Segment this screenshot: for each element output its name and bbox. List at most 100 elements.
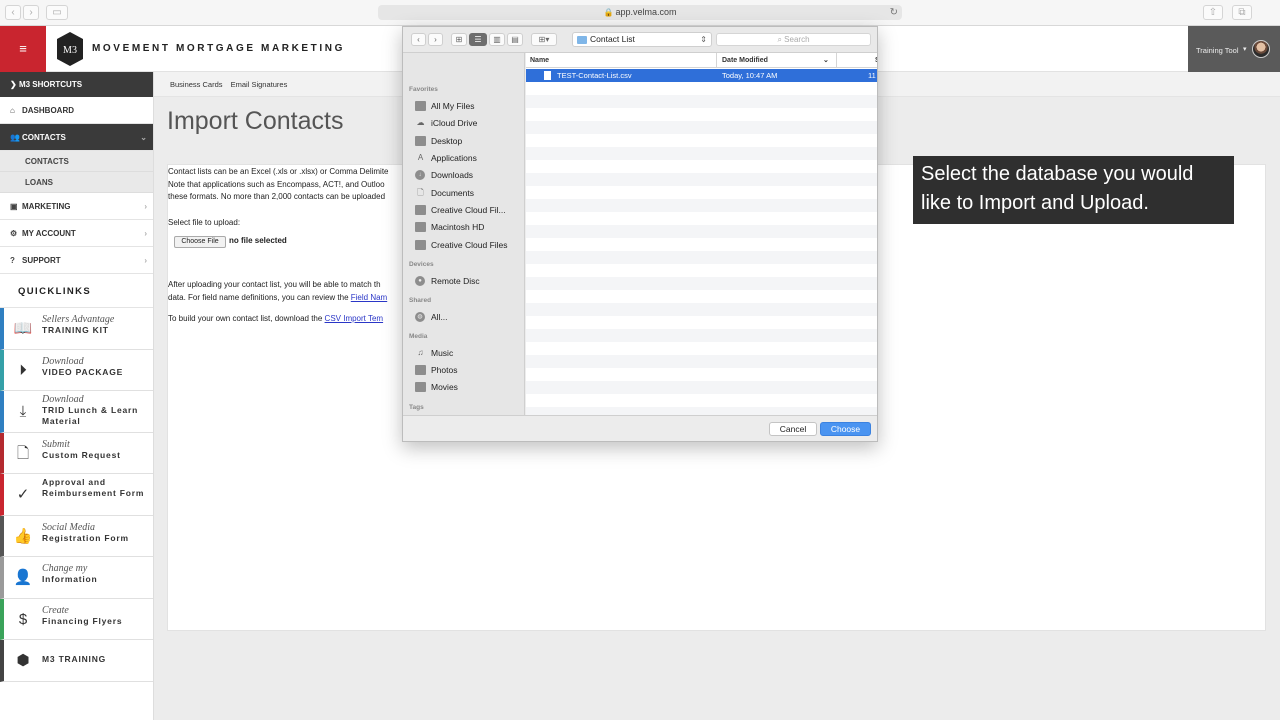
camera-icon [415, 365, 426, 375]
sidebar-item-my-account[interactable]: ⚙ MY ACCOUNT › [0, 220, 153, 247]
user-icon: 👤 [13, 569, 33, 586]
sidebar-item-creative-cloud-1[interactable]: Creative Cloud Fil... [415, 203, 523, 217]
forward-button[interactable]: › [23, 5, 39, 20]
cover-flow-icon[interactable]: ▤ [507, 33, 523, 46]
location-select[interactable]: Contact List ⇕ [572, 32, 712, 47]
sidebar-item-dashboard[interactable]: ⌂ DASHBOARD [0, 97, 153, 124]
question-icon: ? [10, 256, 15, 265]
instructions-line: these formats. No more than 2,000 contac… [168, 192, 386, 201]
brand-name[interactable]: MOVEMENT MORTGAGE MARKETING [92, 43, 345, 54]
updown-icon: ⇕ [700, 35, 707, 44]
chevron-right-icon: › [144, 229, 147, 238]
field-names-link[interactable]: Field Nam [351, 293, 387, 302]
file-chooser-dialog: ‹ › ⊞ ☰ ▥ ▤ ⊞▾ Contact List ⇕ ⌕ Search F… [402, 26, 878, 442]
quicklink-subtitle: Submit [42, 438, 70, 450]
disc-icon: ● [415, 276, 425, 286]
sidebar-item-movies[interactable]: Movies [415, 380, 523, 394]
sidebar-item-downloads[interactable]: ↓ Downloads [415, 168, 523, 182]
sidebar-item-label: Macintosh HD [431, 222, 485, 232]
sidebar-item-desktop[interactable]: Desktop [415, 134, 523, 148]
dialog-back-icon[interactable]: ‹ [411, 33, 426, 46]
quicklink-m3-training[interactable]: ⬢ M3 TRAINING [0, 640, 153, 682]
caret-down-icon: ▾ [1243, 46, 1247, 53]
dialog-search-input[interactable]: ⌕ Search [716, 33, 871, 46]
page-title: Import Contacts [167, 107, 344, 135]
sidebar-item-creative-cloud-2[interactable]: Creative Cloud Files [415, 238, 523, 252]
column-name[interactable]: Name [530, 53, 549, 68]
empty-row [526, 303, 877, 316]
file-size: 11 [868, 71, 876, 80]
file-row-selected[interactable]: TEST-Contact-List.csv Today, 10:47 AM 11 [526, 69, 877, 82]
sidebar-item-documents[interactable]: 🗋 Documents [415, 186, 523, 200]
column-view-icon[interactable]: ▥ [489, 33, 505, 46]
empty-row [526, 225, 877, 238]
reload-icon[interactable]: ↻ [890, 5, 898, 20]
applications-icon: A [417, 153, 424, 162]
sidebar-item-music[interactable]: ♫ Music [415, 346, 523, 360]
sidebar-item-label: Photos [431, 365, 458, 375]
address-bar[interactable]: 🔒 app.velma.com ↻ [378, 5, 902, 20]
quicklink-custom-request[interactable]: 🗋 Submit Custom Request [0, 432, 153, 474]
quicklink-trid-material[interactable]: ⤓ Download TRID Lunch & Learn Material [0, 391, 153, 433]
file-icon [544, 71, 551, 80]
sidebar-item-support[interactable]: ? SUPPORT › [0, 247, 153, 274]
quicklink-approval-form[interactable]: ✓ Approval and Reimbursement Form [0, 474, 153, 516]
sidebar-shortcuts[interactable]: ❯ M3 SHORTCUTS [0, 72, 153, 97]
sidebar-item-label: Downloads [431, 170, 474, 180]
quicklink-video-package[interactable]: ⏵ Download VIDEO PACKAGE [0, 349, 153, 391]
quicklink-change-info[interactable]: 👤 Change my Information [0, 557, 153, 599]
coin-stack-icon: $ [18, 610, 28, 628]
share-icon[interactable]: ⇧ [1203, 5, 1223, 20]
choose-button[interactable]: Choose [820, 422, 871, 436]
sidebar-toggle-icon[interactable]: ▭ [46, 5, 68, 20]
column-size[interactable]: S [875, 53, 877, 68]
play-icon: ⏵ [19, 361, 27, 379]
quicklink-financing-flyers[interactable]: $ Create Financing Flyers [0, 598, 153, 640]
subnav-business-cards[interactable]: Business Cards [170, 80, 223, 89]
folder-icon [577, 36, 587, 44]
sidebar-item-photos[interactable]: Photos [415, 363, 523, 377]
sidebar-item-icloud[interactable]: ☁ iCloud Drive [415, 116, 523, 130]
sidebar-item-applications[interactable]: A Applications [415, 151, 523, 165]
empty-row [526, 95, 877, 108]
select-file-label: Select file to upload: [168, 218, 241, 227]
url-text: app.velma.com [615, 7, 677, 17]
dialog-forward-icon[interactable]: › [428, 33, 443, 46]
user-menu[interactable]: Training Tool ▾ [1188, 26, 1280, 72]
csv-template-link[interactable]: CSV Import Tem [325, 314, 384, 323]
shared-heading: Shared [409, 297, 432, 304]
sort-chevron-icon: ⌄ [823, 57, 829, 64]
empty-row [526, 121, 877, 134]
sidebar-item-label: Music [431, 348, 454, 358]
arrange-icon[interactable]: ⊞▾ [531, 33, 557, 46]
back-button[interactable]: ‹ [5, 5, 21, 20]
sidebar-item-all-my-files[interactable]: All My Files [415, 99, 523, 113]
sidebar-subitem-contacts[interactable]: CONTACTS [0, 151, 153, 172]
chevron-right-icon: › [144, 202, 147, 211]
quicklink-social-media[interactable]: 👍 Social Media Registration Form [0, 515, 153, 557]
sidebar-item-marketing[interactable]: ▣ MARKETING › [0, 193, 153, 220]
icon-view-icon[interactable]: ⊞ [451, 33, 467, 46]
document-icon: 🗋 [417, 188, 424, 197]
matching-line: After uploading your contact list, you w… [168, 280, 381, 289]
devices-heading: Devices [409, 261, 434, 268]
matching-text: After uploading your contact list, you w… [168, 279, 404, 304]
sidebar-item-shared-all[interactable]: ◍ All... [415, 310, 523, 324]
sidebar-item-label: Movies [431, 382, 458, 392]
sidebar-item-contacts[interactable]: 👥 CONTACTS ⌄ [0, 124, 153, 151]
hamburger-icon[interactable]: ≡ [0, 26, 46, 72]
sidebar-item-remote-disc[interactable]: ● Remote Disc [415, 274, 523, 288]
quicklink-training-kit[interactable]: 📖 Sellers Advantage TRAINING KIT [0, 308, 153, 350]
choose-file-button[interactable]: Choose File [174, 236, 226, 248]
matching-line: data. For field name definitions, you ca… [168, 292, 351, 302]
cancel-button[interactable]: Cancel [769, 422, 817, 436]
sidebar-item-macintosh-hd[interactable]: Macintosh HD [415, 220, 523, 234]
hard-drive-icon [415, 222, 426, 232]
subnav-email-signatures[interactable]: Email Signatures [231, 80, 288, 89]
tabs-icon[interactable]: ⧉ [1232, 5, 1252, 20]
quicklink-subtitle: Sellers Advantage [42, 314, 115, 325]
list-view-icon[interactable]: ☰ [469, 33, 487, 46]
sidebar-subitem-loans[interactable]: LOANS [0, 172, 153, 193]
empty-row [526, 329, 877, 342]
column-date-modified[interactable]: Date Modified [722, 53, 768, 68]
